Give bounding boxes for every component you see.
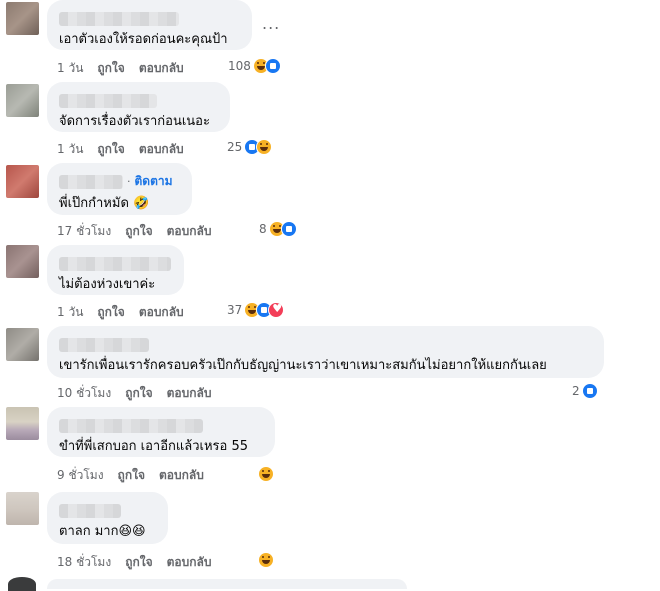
comment-bubble: เอาตัวเองให้รอดก่อนคะคุณป้า [47, 0, 252, 50]
reaction-summary[interactable]: 37 [227, 302, 285, 318]
comment-time[interactable]: 1 วัน [57, 305, 83, 319]
commenter-name[interactable] [59, 174, 123, 189]
like-button[interactable]: ถูกใจ [125, 386, 152, 400]
comment-text: ไม่ต้องห่วงเขาค่ะ [59, 277, 156, 292]
reply-button[interactable]: ตอบกลับ [159, 468, 204, 482]
avatar[interactable] [8, 577, 36, 591]
like-icon [280, 221, 297, 237]
reply-button[interactable]: ตอบกลับ [167, 224, 212, 238]
like-button[interactable]: ถูกใจ [97, 305, 124, 319]
avatar[interactable] [6, 165, 39, 198]
comment-text: ตาลก มาก😆😆 [59, 524, 146, 539]
like-button[interactable]: ถูกใจ [118, 468, 145, 482]
avatar[interactable] [6, 492, 39, 525]
comment-bubble: ขำที่พี่เสกบอก เอาอีกแล้วเหรอ 55 [47, 407, 275, 457]
avatar[interactable] [6, 245, 39, 278]
reply-button[interactable]: ตอบกลับ [167, 386, 212, 400]
more-options-icon[interactable]: ... [262, 14, 280, 33]
comment-time[interactable]: 10 ชั่วโมง [57, 386, 111, 400]
commenter-name[interactable] [59, 93, 157, 108]
follow-link[interactable]: ติดตาม [135, 172, 173, 191]
comment-actions: 1 วัน ถูกใจ ตอบกลับ [57, 59, 198, 78]
comment-actions: 1 วัน ถูกใจ ตอบกลับ [57, 303, 198, 322]
reaction-count: 108 [228, 59, 251, 73]
comment-text: ขำที่พี่เสกบอก เอาอีกแล้วเหรอ 55 [59, 439, 248, 454]
comment-bubble: ตาลก มาก😆😆 [47, 492, 168, 544]
comment-actions: 10 ชั่วโมง ถูกใจ ตอบกลับ [57, 384, 225, 403]
comment-text: จัดการเรื่องตัวเราก่อนเนอะ [59, 114, 210, 129]
avatar[interactable] [6, 2, 39, 35]
comment-bubble: ไม่ต้องห่วงเขาค่ะ [47, 245, 184, 295]
comment-actions: 18 ชั่วโมง ถูกใจ ตอบกลับ [57, 553, 225, 572]
reaction-summary[interactable]: 2 [572, 383, 598, 399]
like-button[interactable]: ถูกใจ [125, 555, 152, 569]
comment-actions: 17 ชั่วโมง ถูกใจ ตอบกลับ [57, 222, 225, 241]
reaction-summary[interactable]: 8 [259, 221, 297, 237]
comment-text: เขารักเพื่อนเรารักครอบครัวเป๊กกับธัญญ่าน… [59, 358, 547, 373]
avatar[interactable] [6, 328, 39, 361]
reply-button[interactable]: ตอบกลับ [167, 555, 212, 569]
comment-time[interactable]: 1 วัน [57, 61, 83, 75]
reaction-count: 25 [227, 140, 243, 154]
like-icon [581, 383, 598, 399]
comment-actions: 1 วัน ถูกใจ ตอบกลับ [57, 140, 198, 159]
next-comment-edge [0, 575, 660, 591]
comment-bubble [47, 579, 407, 589]
commenter-name[interactable] [59, 337, 149, 352]
like-button[interactable]: ถูกใจ [125, 224, 152, 238]
reaction-count: 37 [227, 303, 243, 317]
reaction-summary[interactable]: 25 [227, 139, 273, 155]
commenter-name[interactable] [59, 11, 179, 26]
reply-button[interactable]: ตอบกลับ [139, 305, 184, 319]
comment-time[interactable]: 9 ชั่วโมง [57, 468, 104, 482]
reaction-summary[interactable]: 108 [228, 58, 281, 74]
comment-time[interactable]: 17 ชั่วโมง [57, 224, 111, 238]
comment-bubble: เขารักเพื่อนเรารักครอบครัวเป๊กกับธัญญ่าน… [47, 326, 604, 378]
comment-time[interactable]: 18 ชั่วโมง [57, 555, 111, 569]
haha-icon[interactable] [258, 552, 274, 568]
avatar[interactable] [6, 84, 39, 117]
comment-text: พี่เป๊กกำหมัด 🤣 [59, 196, 150, 211]
commenter-name[interactable] [59, 418, 203, 433]
reaction-count: 2 [572, 384, 580, 398]
comment-time[interactable]: 1 วัน [57, 142, 83, 156]
like-button[interactable]: ถูกใจ [97, 142, 124, 156]
comment-bubble: จัดการเรื่องตัวเราก่อนเนอะ [47, 82, 230, 132]
comment-text: เอาตัวเองให้รอดก่อนคะคุณป้า [59, 32, 228, 47]
reaction-count: 8 [259, 222, 267, 236]
haha-icon[interactable] [258, 466, 274, 482]
commenter-name[interactable] [59, 503, 121, 518]
like-icon [264, 58, 281, 74]
like-button[interactable]: ถูกใจ [97, 61, 124, 75]
comment-bubble: · ติดตาม พี่เป๊กกำหมัด 🤣 [47, 163, 192, 215]
haha-icon [256, 139, 273, 155]
reply-button[interactable]: ตอบกลับ [139, 142, 184, 156]
reply-button[interactable]: ตอบกลับ [139, 61, 184, 75]
comment-actions: 9 ชั่วโมง ถูกใจ ตอบกลับ [57, 466, 218, 485]
love-icon [268, 302, 285, 318]
avatar[interactable] [6, 407, 39, 440]
commenter-name[interactable] [59, 256, 171, 271]
